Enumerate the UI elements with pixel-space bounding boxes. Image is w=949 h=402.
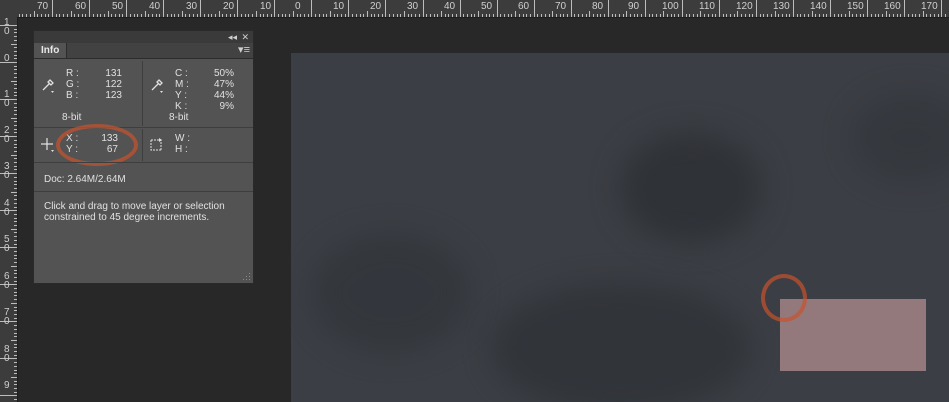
ruler-label: 110 bbox=[699, 1, 715, 12]
ruler-label: 90 bbox=[628, 1, 640, 12]
rgb-label-b: B : bbox=[66, 90, 79, 101]
rgb-labels: R : G : B : bbox=[66, 68, 90, 101]
divider bbox=[142, 61, 143, 126]
panel-header-bar[interactable]: ◂◂ ✕ bbox=[34, 31, 253, 43]
close-panel-icon[interactable]: ✕ bbox=[241, 31, 249, 43]
ruler-label: 0 bbox=[4, 53, 10, 64]
ruler-label: 60 bbox=[518, 1, 530, 12]
ruler-label: 170 bbox=[921, 1, 938, 12]
tool-tip-text: Click and drag to move layer or selectio… bbox=[44, 201, 225, 223]
rgb-bit-depth: 8-bit bbox=[62, 112, 82, 123]
cmyk-label-k: K : bbox=[175, 101, 188, 112]
ruler-label: 0 bbox=[4, 98, 10, 109]
ruler-label: 0 bbox=[4, 207, 10, 218]
ruler-label: 150 bbox=[847, 1, 864, 12]
eyedropper-icon[interactable] bbox=[149, 77, 165, 93]
info-panel[interactable]: ◂◂ ✕ Info ▾≡ R : G : B : 131 122 123 8-b… bbox=[33, 30, 254, 284]
ruler-label: 50 bbox=[481, 1, 493, 12]
ruler-label: 30 bbox=[407, 1, 419, 12]
cmyk-value-k: 9% bbox=[219, 101, 234, 112]
ruler-label: 70 bbox=[555, 1, 567, 12]
ruler-label: 0 bbox=[4, 26, 10, 37]
cmyk-values: 50% 47% 44% 9% bbox=[202, 68, 234, 112]
rgb-value-b: 123 bbox=[105, 90, 122, 101]
divider bbox=[142, 129, 143, 161]
ruler-label: 30 bbox=[186, 1, 198, 12]
ruler-label: 10 bbox=[333, 1, 345, 12]
doc-size: Doc: 2.64M/2.64M bbox=[44, 174, 126, 185]
ruler-label: 0 bbox=[4, 243, 10, 254]
collapse-panel-icon[interactable]: ◂◂ bbox=[228, 31, 237, 43]
canvas-dark-area bbox=[851, 93, 949, 183]
canvas-dark-area bbox=[311, 233, 471, 353]
ruler-label: 0 bbox=[4, 353, 10, 364]
cmyk-value-y: 44% bbox=[213, 90, 234, 101]
ruler-label: 130 bbox=[773, 1, 790, 12]
ruler-label: 120 bbox=[736, 1, 753, 12]
cmyk-bit-depth: 8-bit bbox=[169, 112, 189, 123]
ruler-label: 0 bbox=[4, 280, 10, 291]
canvas-dark-area bbox=[491, 283, 751, 402]
rgb-label-g: G : bbox=[66, 79, 80, 90]
annotation-circle bbox=[56, 124, 138, 166]
annotation-circle bbox=[761, 274, 807, 322]
cmyk-value-c: 50% bbox=[213, 68, 234, 79]
ruler-label: 60 bbox=[75, 1, 87, 12]
eyedropper-icon[interactable] bbox=[40, 77, 56, 93]
canvas-dark-area bbox=[621, 133, 761, 243]
wh-labels: W : H : bbox=[175, 133, 199, 155]
wh-label-w: W : bbox=[175, 133, 190, 144]
ruler-label: 70 bbox=[37, 1, 49, 12]
panel-menu-icon[interactable]: ▾≡ bbox=[238, 44, 250, 57]
ruler-corner bbox=[0, 0, 18, 18]
selection-size-icon bbox=[150, 138, 162, 151]
ruler-label: 20 bbox=[370, 1, 382, 12]
cmyk-label-c: C : bbox=[175, 68, 188, 79]
panel-tabbar: Info ▾≡ bbox=[34, 43, 253, 59]
rgb-value-g: 122 bbox=[105, 79, 122, 90]
wh-label-h: H : bbox=[175, 144, 188, 155]
ruler-vertical[interactable]: 1 0 0 1 0 2 0 3 0 4 0 5 0 6 0 7 0 8 0 9 bbox=[0, 17, 18, 402]
cmyk-value-m: 47% bbox=[213, 79, 234, 90]
ruler-label: 100 bbox=[662, 1, 679, 12]
tab-info[interactable]: Info bbox=[34, 43, 68, 58]
rgb-value-r: 131 bbox=[105, 68, 122, 79]
ruler-label: 50 bbox=[112, 1, 124, 12]
ruler-label: 0 bbox=[4, 170, 10, 181]
divider bbox=[34, 162, 253, 163]
ruler-label: 140 bbox=[810, 1, 827, 12]
rgb-values: 131 122 123 bbox=[94, 68, 122, 101]
ruler-label: 0 bbox=[4, 134, 10, 145]
ruler-label: 160 bbox=[884, 1, 901, 12]
cmyk-label-m: M : bbox=[175, 79, 189, 90]
document-canvas[interactable] bbox=[291, 53, 949, 402]
resize-grip-icon[interactable] bbox=[242, 272, 251, 281]
ruler-label: 80 bbox=[592, 1, 604, 12]
ruler-label: 40 bbox=[444, 1, 456, 12]
ruler-label: 40 bbox=[149, 1, 161, 12]
ruler-horizontal[interactable]: 70 60 50 40 30 20 10 0 10 20 30 40 50 60… bbox=[17, 0, 949, 18]
divider bbox=[34, 191, 253, 192]
crosshair-icon[interactable] bbox=[40, 137, 56, 153]
ruler-label: 0 bbox=[295, 1, 301, 12]
ruler-label: 9 bbox=[4, 380, 10, 391]
cmyk-labels: C : M : Y : K : bbox=[175, 68, 199, 112]
rgb-label-r: R : bbox=[66, 68, 79, 79]
ruler-label: 20 bbox=[223, 1, 235, 12]
cmyk-label-y: Y : bbox=[175, 90, 188, 101]
divider bbox=[34, 127, 253, 128]
ruler-label: 0 bbox=[4, 316, 10, 327]
ruler-label: 10 bbox=[260, 1, 272, 12]
